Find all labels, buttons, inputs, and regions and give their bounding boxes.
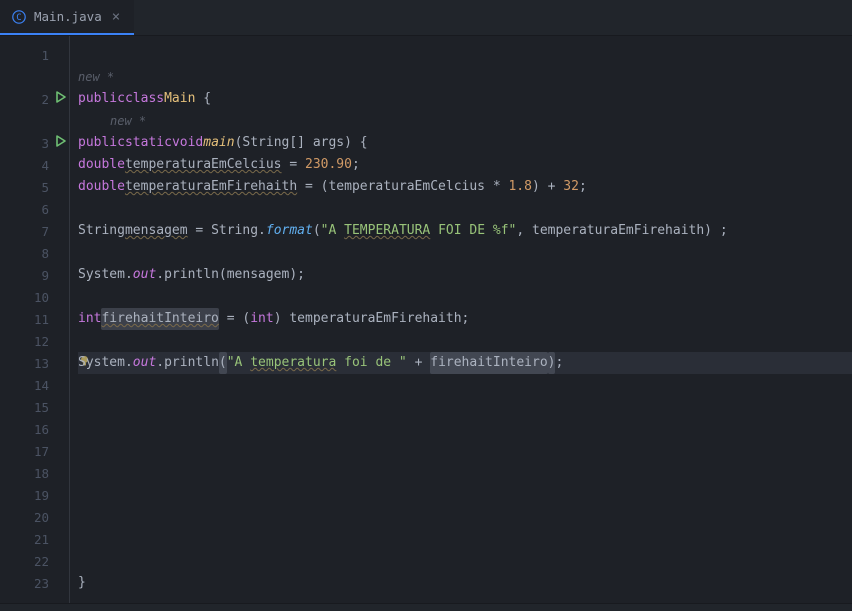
line-number: 2 xyxy=(41,92,49,107)
code-line xyxy=(78,396,852,418)
tab-bar: C Main.java × xyxy=(0,0,852,36)
editor-area: 1 2 3 4 5 6 7 8 9 10 11 12 13 14 xyxy=(0,36,852,603)
status-bar xyxy=(0,603,852,611)
code-line: public static void main(String[] args) { xyxy=(78,132,852,154)
code-line xyxy=(78,506,852,528)
line-number: 23 xyxy=(34,576,49,591)
code-line: public class Main { xyxy=(78,88,852,110)
run-icon[interactable] xyxy=(55,135,67,151)
code-line xyxy=(78,462,852,484)
svg-text:C: C xyxy=(16,13,21,23)
inlay-hint: new * xyxy=(78,66,852,88)
code-line xyxy=(78,286,852,308)
code-line xyxy=(78,44,852,66)
line-number: 12 xyxy=(34,334,49,349)
code-line: int firehaitInteiro = (int) temperaturaE… xyxy=(78,308,852,330)
code-line-current: System.out.println("A temperatura foi de… xyxy=(78,352,852,374)
tab-label: Main.java xyxy=(34,9,102,24)
line-number: 10 xyxy=(34,290,49,305)
line-number: 15 xyxy=(34,400,49,415)
code-line xyxy=(78,528,852,550)
line-number: 14 xyxy=(34,378,49,393)
line-number: 16 xyxy=(34,422,49,437)
line-number: 19 xyxy=(34,488,49,503)
code-line: double temperaturaEmCelcius = 230.90; xyxy=(78,154,852,176)
run-icon[interactable] xyxy=(55,91,67,107)
code-line xyxy=(78,550,852,572)
code-line: System.out.println(mensagem); xyxy=(78,264,852,286)
code-line xyxy=(78,330,852,352)
line-number: 18 xyxy=(34,466,49,481)
line-number: 21 xyxy=(34,532,49,547)
line-number: 8 xyxy=(41,246,49,261)
code-line xyxy=(78,242,852,264)
line-number: 22 xyxy=(34,554,49,569)
line-number: 7 xyxy=(41,224,49,239)
tab-main-java[interactable]: C Main.java × xyxy=(0,0,134,35)
code-area[interactable]: new * public class Main { new * public s… xyxy=(70,36,852,603)
line-number: 13 xyxy=(34,356,49,371)
code-line: String mensagem = String.format("A TEMPE… xyxy=(78,220,852,242)
java-class-icon: C xyxy=(12,10,26,24)
line-number: 6 xyxy=(41,202,49,217)
line-number: 3 xyxy=(41,136,49,151)
line-number: 17 xyxy=(34,444,49,459)
close-icon[interactable]: × xyxy=(110,9,122,25)
gutter: 1 2 3 4 5 6 7 8 9 10 11 12 13 14 xyxy=(0,36,70,603)
line-number: 20 xyxy=(34,510,49,525)
code-line xyxy=(78,418,852,440)
code-line xyxy=(78,198,852,220)
line-number: 1 xyxy=(41,48,49,63)
line-number: 9 xyxy=(41,268,49,283)
code-line xyxy=(78,374,852,396)
code-line xyxy=(78,440,852,462)
line-number: 11 xyxy=(34,312,49,327)
code-line: } xyxy=(78,572,852,594)
code-line xyxy=(78,484,852,506)
line-number: 5 xyxy=(41,180,49,195)
code-line: double temperaturaEmFirehaith = (tempera… xyxy=(78,176,852,198)
inlay-hint: new * xyxy=(78,110,852,132)
line-number: 4 xyxy=(41,158,49,173)
